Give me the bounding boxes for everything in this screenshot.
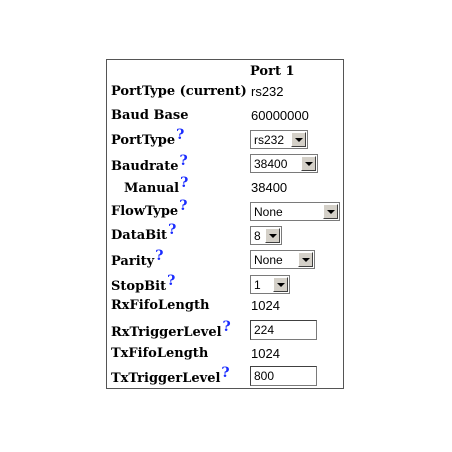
txfifolength-label: TxFifoLength [111,346,209,361]
stopbit-label-wrap: StopBit? [111,273,175,295]
databit-selected-value: 8 [254,229,261,243]
row-porttype-current: PortType (current) rs232 [107,84,343,106]
rxtriggerlevel-label-wrap: RxTriggerLevel? [111,319,231,341]
question-mark-icon[interactable]: ? [179,198,187,214]
chevron-down-icon[interactable] [301,156,316,171]
question-mark-icon[interactable]: ? [180,153,188,169]
porttype-current-label: PortType (current) [111,84,247,99]
rxfifolength-label: RxFifoLength [111,298,210,313]
question-mark-icon[interactable]: ? [176,127,184,143]
chevron-down-icon[interactable] [298,252,313,267]
row-manual: Manual? 38400 [107,175,343,202]
row-rxtriggerlevel: RxTriggerLevel? [107,319,343,341]
parity-selected-value: None [254,253,283,267]
baudrate-label-wrap: Baudrate? [111,153,188,175]
stopbit-selected-value: 1 [254,278,261,292]
row-txtriggerlevel: TxTriggerLevel? [107,365,343,387]
manual-value: 38400 [251,180,288,195]
chevron-down-icon[interactable] [323,204,338,219]
porttype-label: PortType [111,133,176,148]
porttype-label-wrap: PortType? [111,127,184,149]
txtriggerlevel-label-wrap: TxTriggerLevel? [111,365,230,387]
baud-base-label: Baud Base [111,108,189,123]
port-settings-table: Port 1 PortType (current) rs232 Baud Bas… [106,59,344,389]
databit-label: DataBit [111,228,168,243]
row-baudrate: Baudrate? 38400 [107,153,343,176]
row-stopbit: StopBit? 1 [107,273,343,295]
column-header-port1: Port 1 [250,64,295,79]
row-rxfifolength: RxFifoLength 1024 [107,298,343,320]
flowtype-label: FlowType [111,204,179,219]
txtriggerlevel-label: TxTriggerLevel [111,371,221,386]
baudrate-select[interactable]: 38400 [250,154,318,173]
parity-label-wrap: Parity? [111,248,163,270]
rxtriggerlevel-input[interactable] [250,320,317,340]
manual-label: Manual [124,181,180,196]
rxfifolength-value: 1024 [251,298,280,313]
parity-label: Parity [111,254,155,269]
chevron-down-icon[interactable] [273,277,288,292]
question-mark-icon[interactable]: ? [167,273,175,289]
flowtype-selected-value: None [254,205,283,219]
row-baud-base: Baud Base 60000000 [107,108,343,130]
porttype-current-value: rs232 [251,84,284,99]
rxtriggerlevel-label: RxTriggerLevel [111,325,222,340]
databit-select[interactable]: 8 [250,226,282,245]
question-mark-icon[interactable]: ? [221,365,229,381]
chevron-down-icon[interactable] [291,132,306,147]
question-mark-icon[interactable]: ? [168,222,176,238]
manual-label-wrap: Manual? [124,175,188,197]
baudrate-selected-value: 38400 [254,157,288,171]
row-parity: Parity? None [107,248,343,271]
question-mark-icon[interactable]: ? [155,248,163,264]
flowtype-select[interactable]: None [250,202,340,221]
chevron-down-icon[interactable] [265,228,280,243]
txtriggerlevel-input[interactable] [250,366,317,386]
question-mark-icon[interactable]: ? [223,319,231,335]
flowtype-label-wrap: FlowType? [111,198,187,220]
row-databit: DataBit? 8 [107,222,343,247]
stopbit-label: StopBit [111,279,167,294]
baud-base-value: 60000000 [251,108,309,123]
row-porttype: PortType? rs232 [107,127,343,150]
txfifolength-value: 1024 [251,346,280,361]
databit-label-wrap: DataBit? [111,222,176,244]
porttype-selected-value: rs232 [254,133,285,147]
porttype-select[interactable]: rs232 [250,130,308,149]
parity-select[interactable]: None [250,250,315,269]
stopbit-select[interactable]: 1 [250,275,290,294]
row-flowtype: FlowType? None [107,198,343,223]
baudrate-label: Baudrate [111,159,179,174]
question-mark-icon[interactable]: ? [180,175,188,191]
